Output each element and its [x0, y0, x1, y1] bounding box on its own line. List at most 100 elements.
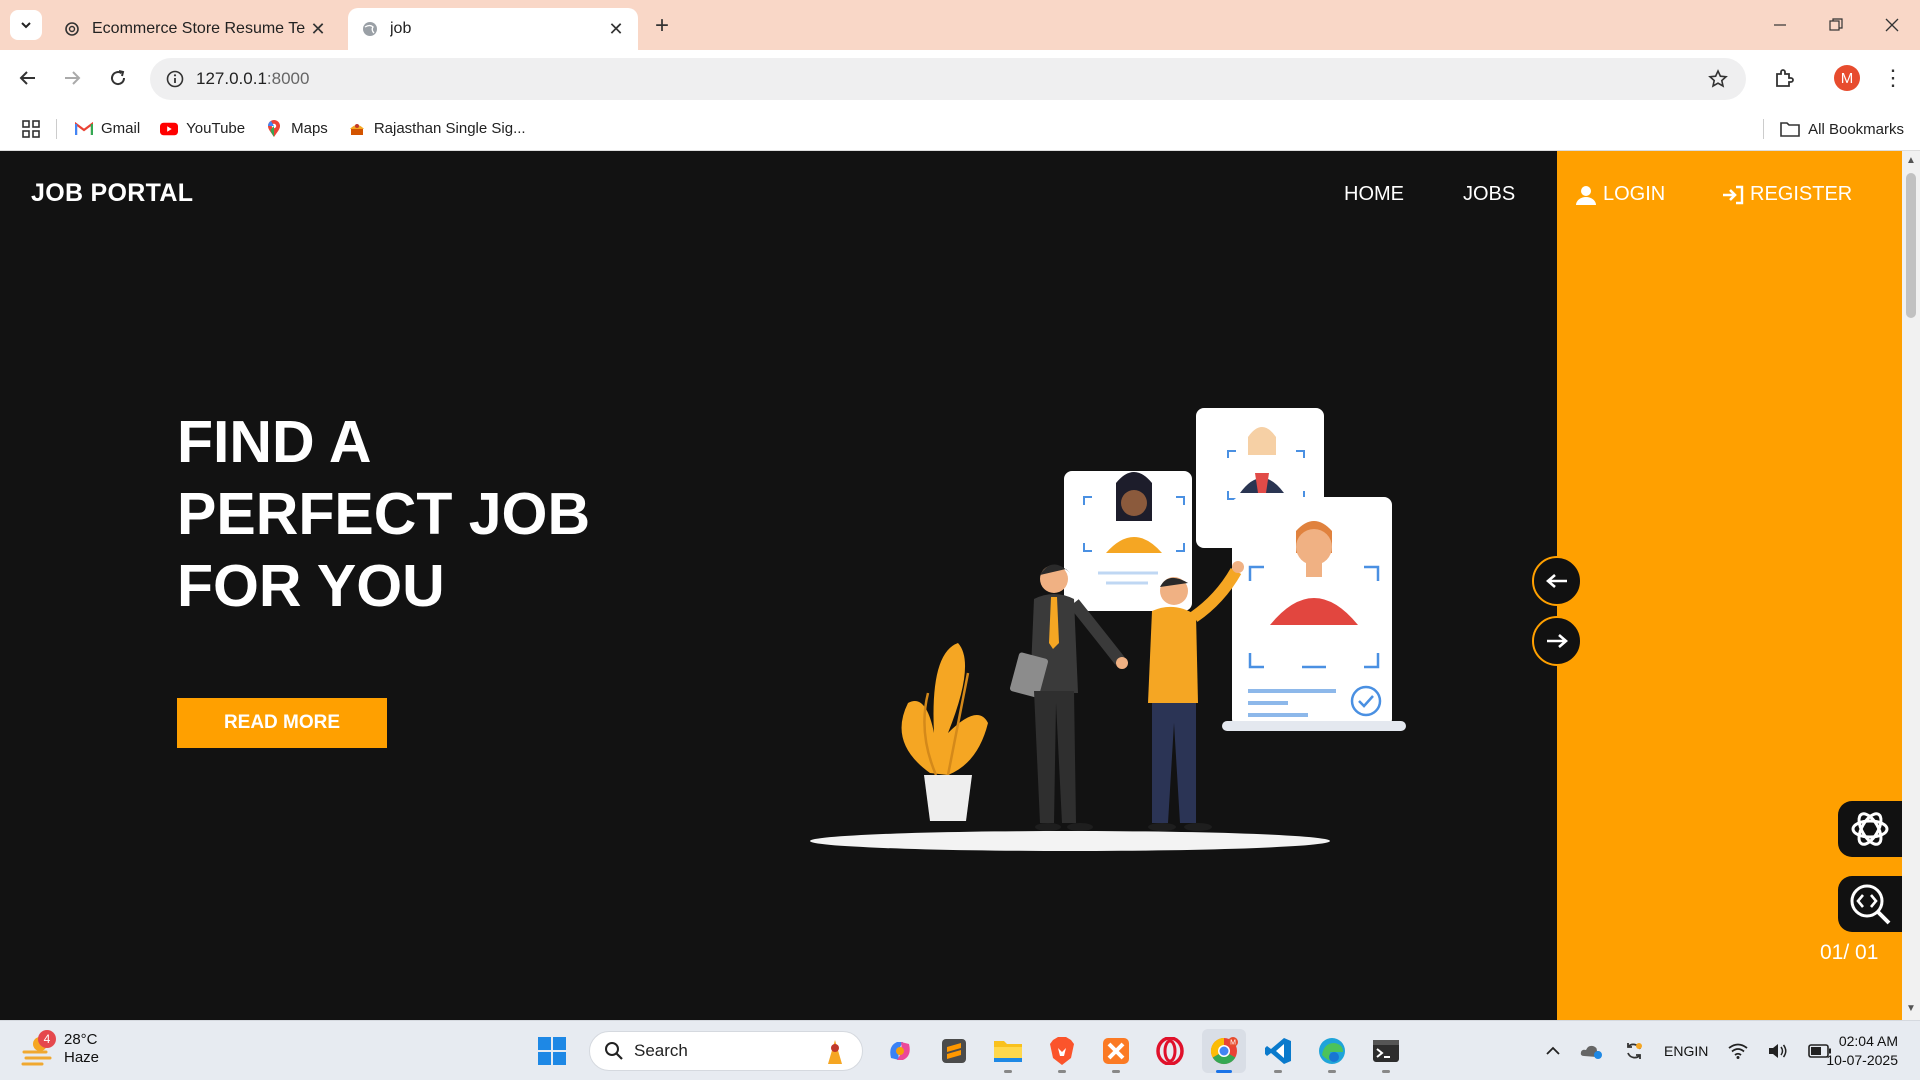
- maps-icon: [265, 119, 283, 138]
- bookmark-gmail[interactable]: Gmail: [75, 120, 140, 138]
- bookmark-maps[interactable]: Maps: [265, 119, 328, 138]
- taskbar-search[interactable]: Search: [589, 1031, 863, 1071]
- bookmark-youtube[interactable]: YouTube: [160, 120, 245, 138]
- system-tray: ENG IN: [1536, 1029, 1842, 1073]
- window-controls: [1752, 0, 1920, 50]
- openai-favicon-icon: [64, 21, 80, 37]
- bookmarks-bar: Gmail YouTube Maps Rajasthan Single Sig.…: [0, 107, 1920, 151]
- globe-icon: [362, 21, 378, 37]
- svg-text:M: M: [1230, 1040, 1236, 1047]
- back-icon[interactable]: [12, 62, 44, 94]
- chrome-browser-icon[interactable]: M: [1202, 1029, 1246, 1073]
- windows-logo-icon: [538, 1037, 566, 1065]
- temperature: 28°C: [64, 1031, 98, 1048]
- browser-toolbar: 127.0.0.1:8000 M ⋮: [0, 50, 1920, 107]
- address-bar[interactable]: 127.0.0.1:8000: [150, 58, 1746, 100]
- code-search-widget-button[interactable]: [1838, 876, 1902, 932]
- gmail-icon: [75, 120, 93, 138]
- taskbar-apps: Search M: [525, 1027, 1413, 1075]
- nav-login[interactable]: LOGIN: [1575, 183, 1665, 206]
- scroll-down-icon[interactable]: ▼: [1906, 1003, 1916, 1014]
- divider: [56, 118, 57, 139]
- bookmark-star-icon[interactable]: [1706, 67, 1730, 91]
- clock-date: 10-07-2025: [1826, 1052, 1898, 1068]
- arrow-left-icon: [1546, 574, 1567, 588]
- opera-browser-icon[interactable]: [1148, 1029, 1192, 1073]
- vscode-icon[interactable]: [1256, 1029, 1300, 1073]
- bookmark-rajasthan[interactable]: Rajasthan Single Sig...: [348, 120, 526, 138]
- clock-time: 02:04 AM: [1838, 1033, 1898, 1049]
- tab-title: job: [390, 20, 412, 37]
- weather-haze-icon: 4: [20, 1030, 56, 1066]
- code-magnifier-icon: [1850, 884, 1891, 925]
- close-window-icon[interactable]: [1864, 0, 1920, 50]
- bookmark-label: Gmail: [101, 120, 141, 137]
- terminal-icon[interactable]: [1364, 1029, 1408, 1073]
- search-label: Search: [634, 1041, 688, 1060]
- site-info-icon[interactable]: [154, 58, 196, 100]
- site-brand-logo[interactable]: JOB PORTAL: [31, 179, 193, 208]
- file-explorer-icon[interactable]: [986, 1029, 1030, 1073]
- restore-icon[interactable]: [1808, 0, 1864, 50]
- language-indicator[interactable]: ENG IN: [1664, 1042, 1708, 1060]
- weather-widget[interactable]: 4 28°C Haze: [20, 1030, 100, 1067]
- web-page: JOB PORTAL HOME JOBS LOGIN REGISTER FIND…: [0, 151, 1902, 1020]
- browser-menu-icon[interactable]: ⋮: [1878, 62, 1908, 94]
- close-tab-icon[interactable]: ✕: [306, 17, 330, 41]
- reload-icon[interactable]: [102, 62, 134, 94]
- chatgpt-widget-button[interactable]: [1838, 801, 1902, 857]
- nav-home[interactable]: HOME: [1344, 183, 1404, 206]
- all-bookmarks-label: All Bookmarks: [1808, 120, 1904, 138]
- all-bookmarks-button[interactable]: All Bookmarks: [1763, 119, 1904, 139]
- onedrive-icon[interactable]: [1580, 1042, 1604, 1060]
- sublime-text-icon[interactable]: [932, 1029, 976, 1073]
- weather-condition: Haze: [64, 1049, 100, 1066]
- brave-browser-icon[interactable]: [1040, 1029, 1084, 1073]
- taskbar-clock[interactable]: 02:04 AM 10-07-2025: [1826, 1032, 1898, 1070]
- rajasthan-icon: [348, 120, 366, 138]
- carousel-next-button[interactable]: [1532, 616, 1582, 666]
- wifi-icon[interactable]: [1728, 1043, 1748, 1059]
- windows-taskbar: 4 28°C Haze Search M ENG IN 02:04 AM 10-…: [0, 1020, 1920, 1080]
- search-highlight-icon: [822, 1038, 848, 1071]
- volume-icon[interactable]: [1768, 1043, 1788, 1059]
- forward-icon[interactable]: [56, 62, 88, 94]
- apps-grid-icon[interactable]: [22, 119, 40, 138]
- divider: [1763, 119, 1765, 139]
- copilot-icon[interactable]: [878, 1029, 922, 1073]
- nav-register[interactable]: REGISTER: [1722, 183, 1852, 206]
- folder-icon: [1780, 121, 1800, 137]
- weather-alert-badge: 4: [38, 1030, 56, 1048]
- sync-icon[interactable]: [1624, 1041, 1644, 1061]
- tab-title: Ecommerce Store Resume Temp: [92, 20, 306, 37]
- bookmark-label: YouTube: [186, 120, 246, 137]
- scroll-up-icon[interactable]: ▲: [1906, 155, 1916, 166]
- profile-avatar[interactable]: M: [1834, 65, 1860, 91]
- chevron-up-icon[interactable]: [1546, 1046, 1560, 1056]
- start-button[interactable]: [530, 1029, 574, 1073]
- scroll-thumb[interactable]: [1906, 173, 1916, 318]
- hero-illustration: [810, 408, 1406, 851]
- new-tab-button[interactable]: +: [648, 12, 676, 40]
- nav-jobs[interactable]: JOBS: [1463, 183, 1515, 206]
- url-text: 127.0.0.1:8000: [196, 69, 310, 88]
- tab-job[interactable]: job ✕: [348, 8, 638, 50]
- close-tab-icon[interactable]: ✕: [604, 17, 628, 41]
- chevron-down-icon: [21, 22, 31, 29]
- bookmark-label: Maps: [291, 120, 328, 137]
- slide-counter: 01/ 01: [1820, 941, 1879, 964]
- bookmark-label: Rajasthan Single Sig...: [373, 120, 526, 137]
- sign-in-icon: [1722, 185, 1744, 205]
- user-icon: [1575, 184, 1597, 206]
- minimize-icon[interactable]: [1752, 0, 1808, 50]
- edge-browser-icon[interactable]: [1310, 1029, 1354, 1073]
- xampp-icon[interactable]: [1094, 1029, 1138, 1073]
- read-more-button[interactable]: READ MORE: [177, 698, 387, 748]
- arrow-right-icon: [1547, 634, 1568, 648]
- carousel-prev-button[interactable]: [1532, 556, 1582, 606]
- extensions-icon[interactable]: [1768, 62, 1800, 94]
- page-scrollbar[interactable]: ▲ ▼: [1902, 151, 1920, 1020]
- tab-search-button[interactable]: [10, 10, 42, 40]
- tab-bar: Ecommerce Store Resume Temp ✕ job ✕ +: [0, 0, 1920, 50]
- tab-ecommerce[interactable]: Ecommerce Store Resume Temp ✕: [50, 8, 340, 50]
